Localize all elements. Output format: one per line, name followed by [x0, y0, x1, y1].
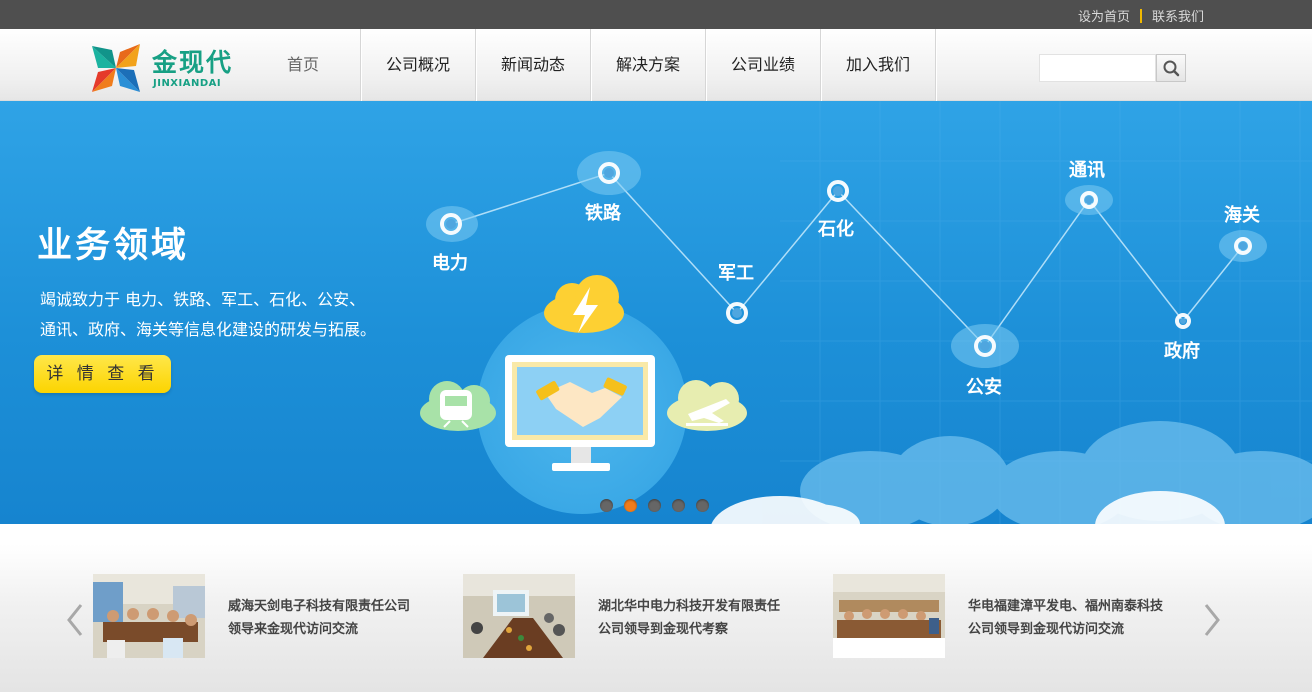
banner-description: 竭诚致力于 电力、铁路、军工、石化、公安、 通讯、政府、海关等信息化建设的研发与…: [40, 285, 420, 345]
news-title-line-2: 领导来金现代访问交流: [228, 622, 359, 637]
logo-text-cn: 金现代: [152, 48, 234, 77]
news-item[interactable]: 华电福建漳平发电、福州南泰科技 公司领导到金现代访问交流: [833, 574, 1193, 658]
node-label-customs: 海关: [1224, 205, 1260, 226]
nav-home[interactable]: 首页: [246, 29, 361, 101]
news-title-line-2: 公司领导到金现代考察: [598, 622, 729, 637]
news-title-line-2: 公司领导到金现代访问交流: [968, 622, 1125, 637]
details-button[interactable]: 详 情 查 看: [34, 355, 171, 393]
node-label-railway: 铁路: [585, 203, 621, 224]
news-title-line-1: 威海天剑电子科技有限责任公司: [228, 599, 411, 614]
site-logo[interactable]: 金现代 JINXIANDAI: [90, 42, 250, 96]
node-label-public-security: 公安: [966, 377, 1002, 398]
hero-banner: 业务领域 竭诚致力于 电力、铁路、军工、石化、公安、 通讯、政府、海关等信息化建…: [0, 101, 1312, 524]
search-button[interactable]: [1156, 54, 1186, 82]
slider-dot-5[interactable]: [696, 499, 709, 512]
news-title-line-1: 湖北华中电力科技开发有限责任: [598, 599, 781, 614]
prev-arrow-icon[interactable]: [65, 602, 85, 638]
top-links-divider: [1139, 8, 1142, 23]
slider-dot-4[interactable]: [672, 499, 685, 512]
banner-desc-line-1: 竭诚致力于 电力、铁路、军工、石化、公安、: [40, 290, 366, 309]
slider-dot-1[interactable]: [600, 499, 613, 512]
contact-link[interactable]: 联系我们: [1152, 6, 1204, 25]
site-header: 金现代 JINXIANDAI 首页 公司概况 新闻动态 解决方案 公司业绩 加入…: [0, 29, 1312, 101]
search-icon: [1163, 60, 1180, 77]
nav-news[interactable]: 新闻动态: [476, 29, 591, 101]
nav-solutions[interactable]: 解决方案: [591, 29, 706, 101]
slider-dots: [600, 499, 709, 512]
nav-company-overview[interactable]: 公司概况: [361, 29, 476, 101]
news-title: 威海天剑电子科技有限责任公司 领导来金现代访问交流: [228, 595, 438, 641]
nav-performance[interactable]: 公司业绩: [706, 29, 821, 101]
banner-title: 业务领域: [37, 226, 190, 266]
set-home-link[interactable]: 设为首页: [1078, 6, 1130, 25]
logo-text-en: JINXIANDAI: [153, 78, 222, 89]
news-thumbnail: [833, 574, 945, 658]
search-box: [1039, 54, 1187, 82]
news-carousel: 威海天剑电子科技有限责任公司 领导来金现代访问交流 湖北华中电力科技开发有限责任…: [0, 544, 1312, 692]
top-utility-bar: 设为首页 联系我们: [0, 0, 1312, 29]
node-label-petrochemical: 石化: [818, 219, 854, 240]
top-links: 设为首页 联系我们: [1078, 6, 1204, 25]
news-item[interactable]: 湖北华中电力科技开发有限责任 公司领导到金现代考察: [463, 574, 813, 658]
news-thumbnail: [93, 574, 205, 658]
node-label-power: 电力: [432, 253, 468, 274]
news-title-line-1: 华电福建漳平发电、福州南泰科技: [968, 599, 1164, 614]
main-nav: 首页 公司概况 新闻动态 解决方案 公司业绩 加入我们: [246, 29, 936, 101]
node-label-telecom: 通讯: [1069, 160, 1105, 181]
slider-dot-3[interactable]: [648, 499, 661, 512]
logo-mark-icon: [92, 44, 140, 92]
search-input[interactable]: [1039, 54, 1156, 82]
next-arrow-icon[interactable]: [1202, 602, 1222, 638]
node-label-government: 政府: [1164, 341, 1200, 362]
news-title: 华电福建漳平发电、福州南泰科技 公司领导到金现代访问交流: [968, 595, 1183, 641]
banner-desc-line-2: 通讯、政府、海关等信息化建设的研发与拓展。: [40, 320, 377, 339]
slider-dot-2[interactable]: [624, 499, 637, 512]
news-item[interactable]: 威海天剑电子科技有限责任公司 领导来金现代访问交流: [93, 574, 443, 658]
nav-join-us[interactable]: 加入我们: [821, 29, 936, 101]
news-thumbnail: [463, 574, 575, 658]
node-label-military: 军工: [718, 263, 754, 284]
news-title: 湖北华中电力科技开发有限责任 公司领导到金现代考察: [598, 595, 808, 641]
